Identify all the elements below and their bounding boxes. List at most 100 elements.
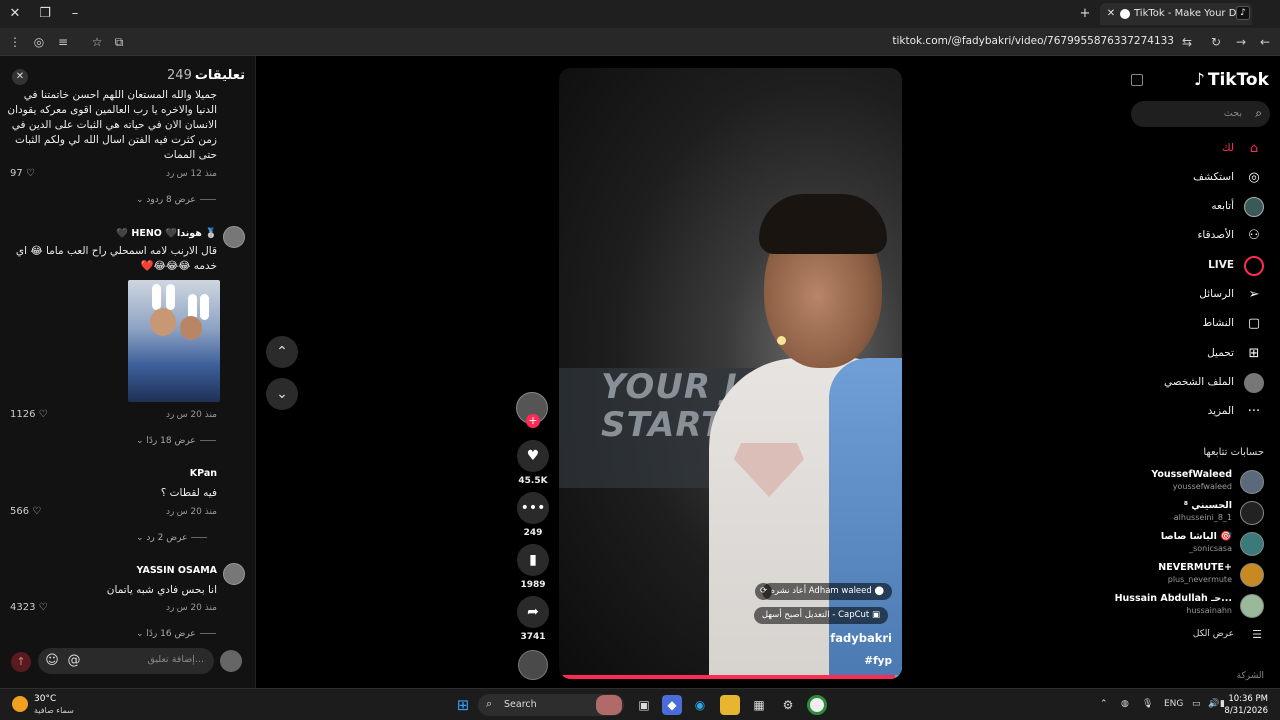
menu-dots-icon[interactable]: ⋮	[6, 33, 24, 51]
company-link[interactable]: الشركة	[1237, 671, 1264, 681]
profile-icon[interactable]: ◎	[30, 33, 48, 51]
close-tab-icon[interactable]: ✕	[1104, 3, 1118, 25]
comment-like-button[interactable]: 4323 ♡	[10, 602, 48, 613]
new-tab-icon[interactable]: +	[1076, 5, 1094, 23]
comment-username[interactable]: 🥈 هوندا🖤 HENO 🖤	[116, 228, 217, 239]
view-replies-button[interactable]: ⌄ عرض 16 ردًا	[136, 629, 216, 639]
save-button[interactable]: ▮	[517, 544, 549, 576]
minimize-window-icon[interactable]: –	[66, 5, 84, 23]
comment-like-button[interactable]: 1126 ♡	[10, 409, 48, 420]
reload-icon[interactable]: ↻	[1207, 33, 1225, 51]
view-replies-button[interactable]: ⌄ عرض 2 رد	[136, 533, 208, 543]
comment-like-button[interactable]: 566 ♡	[10, 506, 41, 517]
store-icon[interactable]: ▦	[749, 695, 769, 715]
comment-text: انا بحس فادي شبه ياتمان	[106, 584, 217, 596]
task-view-icon[interactable]: ▣	[634, 695, 654, 715]
browser-tab[interactable]: ✕ TikTok - Make Your Day	[1100, 3, 1252, 25]
like-button[interactable]: ♥	[517, 440, 549, 472]
sidebar-item-friends[interactable]: الأصدقاء ⚇	[1114, 225, 1264, 247]
sidebar-item-explore[interactable]: استكشف ◎	[1114, 167, 1264, 189]
sound-avatar[interactable]	[518, 650, 548, 680]
mention-icon[interactable]: @	[64, 651, 84, 671]
like-count: 45.5K	[518, 476, 548, 486]
sidebar-item-activity[interactable]: النشاط ▢	[1114, 313, 1264, 335]
sidebar-item-upload[interactable]: تحميل ⊞	[1114, 343, 1264, 365]
windows-start-icon[interactable]: ⊞	[453, 695, 473, 715]
comment-username[interactable]: YASSIN OSAMA	[137, 565, 217, 576]
send-comment-button[interactable]: ↑	[11, 652, 31, 672]
reply-button[interactable]: رد	[166, 410, 174, 420]
followed-account[interactable]: Hussain Abdullah حـ... hussainahn	[1114, 592, 1264, 620]
restore-window-icon[interactable]: ❐	[36, 5, 54, 23]
file-explorer-icon[interactable]	[720, 695, 740, 715]
view-replies-button[interactable]: ⌄ عرض 8 ردود	[136, 195, 216, 205]
chrome-icon[interactable]	[807, 695, 827, 715]
video-hashtag[interactable]: #fyp	[864, 655, 892, 667]
forward-icon[interactable]: →	[1232, 33, 1250, 51]
repost-badge[interactable]: ⬤ Adham waleed أعاد نشره	[762, 583, 892, 600]
edge-icon[interactable]: ◉	[690, 695, 710, 715]
search-icon: ⌕	[1255, 106, 1262, 120]
video-progress[interactable]	[559, 675, 902, 679]
copilot-icon[interactable]: ◆	[662, 695, 682, 715]
reply-button[interactable]: رد	[166, 603, 174, 613]
network-icon[interactable]: ▭	[1192, 699, 1201, 709]
sidebar-item-following[interactable]: أتابعه	[1114, 196, 1264, 218]
repost-icon[interactable]: ⟳	[755, 583, 773, 600]
translate-icon[interactable]: ⧉	[110, 33, 128, 51]
sidebar-item-profile[interactable]: الملف الشخصي	[1114, 372, 1264, 394]
capcut-badge[interactable]: ▣ CapCut - التعديل أصبح أسهل	[753, 607, 888, 624]
previous-video-button[interactable]: ⌃	[266, 336, 298, 368]
volume-icon[interactable]: 🔊	[1208, 699, 1219, 709]
tray-app-icon[interactable]: ◍	[1121, 699, 1129, 709]
follow-button[interactable]: +	[526, 414, 540, 428]
sidebar-item-messages[interactable]: الرسائل ➢	[1114, 284, 1264, 306]
url-field[interactable]: tiktok.com/@fadybakri/video/767995587633…	[880, 35, 1174, 47]
language-indicator[interactable]: ENG	[1164, 699, 1183, 709]
comment-image[interactable]	[128, 280, 220, 402]
sidebar-toggle-icon[interactable]	[1131, 74, 1143, 86]
search-input[interactable]: بحث ⌕	[1131, 101, 1270, 127]
avatar	[1240, 594, 1264, 618]
close-window-icon[interactable]: ✕	[6, 5, 24, 23]
sidebar-item-more[interactable]: المزيد ···	[1114, 401, 1264, 423]
search-highlight-icon[interactable]	[596, 695, 622, 715]
avatar[interactable]	[223, 563, 245, 585]
site-settings-icon[interactable]: ⇆	[1178, 33, 1196, 51]
bookmark-star-icon[interactable]: ☆	[88, 33, 106, 51]
comments-button[interactable]: •••	[517, 492, 549, 524]
view-replies-label: عرض 2 رد	[146, 533, 188, 543]
followed-account[interactable]: YoussefWaleed youssefwaleed	[1114, 468, 1264, 496]
account-handle: alhusseini_8_1	[1173, 513, 1232, 522]
reply-button[interactable]: رد	[166, 507, 174, 517]
tiktok-logo[interactable]: ♪ TikTok	[1194, 70, 1269, 90]
sidebar-item-for-you[interactable]: لك ⌂	[1114, 138, 1264, 160]
next-video-button[interactable]: ⌄	[266, 378, 298, 410]
tray-chevron-icon[interactable]: ⌃	[1100, 699, 1108, 709]
messages-icon: ➢	[1248, 287, 1260, 302]
reply-button[interactable]: رد	[166, 169, 174, 179]
comment-username[interactable]: KPan	[190, 468, 217, 479]
comment-input[interactable]: ☺ @ إضافة تعليق...	[38, 648, 214, 674]
close-comments-button[interactable]: ✕	[12, 69, 28, 85]
comment-like-button[interactable]: 97 ♡	[10, 168, 35, 179]
settings-icon[interactable]: ⚙	[778, 695, 798, 715]
see-all-button[interactable]: عرض الكل ☰	[1114, 628, 1264, 644]
share-button[interactable]: ➦	[517, 596, 549, 628]
microphone-icon[interactable]: 🎙	[1142, 699, 1153, 709]
emoji-icon[interactable]: ☺	[42, 651, 62, 671]
back-icon[interactable]: ←	[1256, 33, 1274, 51]
upload-icon: ⊞	[1248, 346, 1260, 361]
view-replies-button[interactable]: ⌄ عرض 18 ردًا	[136, 436, 216, 446]
reading-list-icon[interactable]: ≡	[54, 33, 72, 51]
tiktok-app-icon[interactable]: ♪	[1236, 6, 1250, 20]
followed-account[interactable]: NEVERMUTE+ plus_nevermute	[1114, 561, 1264, 589]
avatar	[1240, 563, 1264, 587]
video-player[interactable]: YOUR JOURN STARTS ⬤ Adham waleed أعاد نش…	[559, 68, 902, 679]
followed-account[interactable]: الحسيني ⁸ alhusseini_8_1	[1114, 499, 1264, 527]
avatar[interactable]	[223, 226, 245, 248]
system-clock[interactable]: 10:36 PM 8/31/2026	[1224, 693, 1268, 717]
video-author[interactable]: fadybakri	[830, 631, 892, 645]
sidebar-item-live[interactable]: LIVE	[1114, 255, 1264, 277]
followed-account[interactable]: الباشا صاصا 🎯 _sonicsasa	[1114, 530, 1264, 558]
